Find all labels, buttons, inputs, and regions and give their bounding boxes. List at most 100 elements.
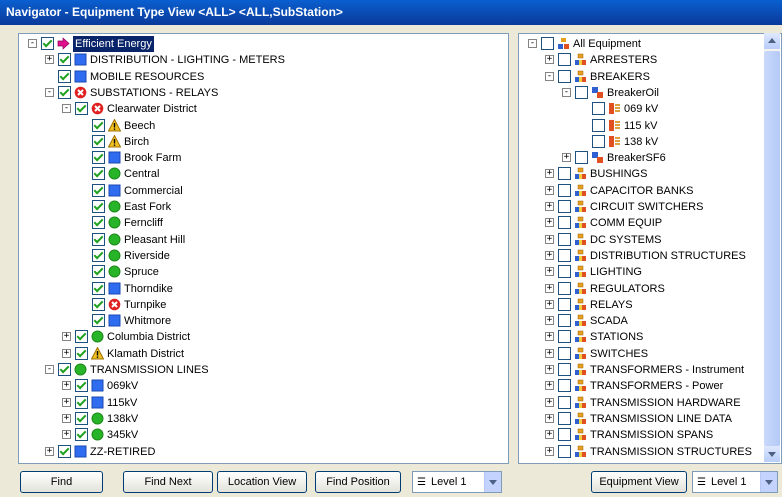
expand-icon[interactable]: + <box>545 55 554 65</box>
expand-icon[interactable]: + <box>45 55 54 65</box>
expand-icon[interactable]: + <box>62 397 71 407</box>
expand-icon[interactable]: + <box>545 430 554 440</box>
checkbox[interactable] <box>58 444 71 458</box>
expand-icon[interactable]: + <box>545 446 554 456</box>
checkbox[interactable] <box>558 314 571 328</box>
checkbox[interactable] <box>92 200 105 213</box>
expand-icon[interactable]: + <box>545 348 554 358</box>
checkbox[interactable] <box>558 183 571 197</box>
expand-icon[interactable]: + <box>545 250 554 260</box>
level-select-right[interactable]: ☰ Level 1 <box>692 471 778 493</box>
equipment-tree[interactable]: - All Equipment + ARRESTERS - BREAKERS - Breake… <box>518 33 782 464</box>
checkbox[interactable] <box>558 346 571 360</box>
checkbox[interactable] <box>58 69 71 83</box>
checkbox[interactable] <box>575 85 588 99</box>
find-next-button[interactable]: Find Next <box>123 471 213 493</box>
level-select-left[interactable]: ☰ Level 1 <box>412 471 502 493</box>
find-position-button[interactable]: Find Position <box>315 471 401 493</box>
checkbox[interactable] <box>92 167 105 181</box>
checkbox[interactable] <box>541 37 554 50</box>
chevron-down-icon[interactable] <box>760 472 777 492</box>
checkbox[interactable] <box>75 379 88 393</box>
checkbox[interactable] <box>592 134 605 148</box>
collapse-icon[interactable]: - <box>528 39 537 48</box>
expand-icon[interactable]: + <box>545 316 554 326</box>
collapse-icon[interactable]: - <box>545 71 554 81</box>
checkbox[interactable] <box>75 428 88 442</box>
expand-icon[interactable]: + <box>545 332 554 342</box>
checkbox[interactable] <box>558 363 571 376</box>
checkbox[interactable] <box>92 297 105 311</box>
checkbox[interactable] <box>92 151 105 165</box>
equipment-tree-scrollbar[interactable] <box>764 33 780 462</box>
checkbox[interactable] <box>558 265 571 279</box>
checkbox[interactable] <box>58 85 71 99</box>
checkbox[interactable] <box>92 281 105 295</box>
expand-icon[interactable]: + <box>62 413 71 423</box>
checkbox[interactable] <box>575 151 588 165</box>
checkbox[interactable] <box>558 428 571 442</box>
checkbox[interactable] <box>592 102 605 116</box>
equipment-view-button[interactable]: Equipment View <box>591 471 687 493</box>
checkbox[interactable] <box>92 118 105 132</box>
expand-icon[interactable]: + <box>545 365 554 374</box>
checkbox[interactable] <box>558 248 571 262</box>
expand-icon[interactable]: + <box>62 348 71 358</box>
checkbox[interactable] <box>75 346 88 360</box>
collapse-icon[interactable]: - <box>28 39 37 48</box>
checkbox[interactable] <box>75 395 88 409</box>
expand-icon[interactable]: + <box>545 413 554 423</box>
checkbox[interactable] <box>558 53 571 67</box>
checkbox[interactable] <box>75 330 88 344</box>
expand-icon[interactable]: + <box>545 234 554 244</box>
checkbox[interactable] <box>75 411 88 425</box>
expand-icon[interactable]: + <box>545 283 554 293</box>
checkbox[interactable] <box>75 102 88 116</box>
checkbox[interactable] <box>92 314 105 328</box>
checkbox[interactable] <box>558 216 571 230</box>
expand-icon[interactable]: + <box>45 446 54 456</box>
scroll-up-arrow-icon[interactable] <box>764 33 780 49</box>
expand-icon[interactable]: + <box>545 169 554 179</box>
expand-icon[interactable]: + <box>545 202 554 211</box>
checkbox[interactable] <box>592 118 605 132</box>
checkbox[interactable] <box>92 134 105 148</box>
checkbox[interactable] <box>558 395 571 409</box>
checkbox[interactable] <box>92 248 105 262</box>
expand-icon[interactable]: + <box>62 332 71 342</box>
checkbox[interactable] <box>92 232 105 246</box>
find-button[interactable]: Find <box>20 471 103 493</box>
checkbox[interactable] <box>92 265 105 279</box>
location-tree[interactable]: - Efficient Energy + DISTRIBUTION - LIGHTIN… <box>18 33 509 464</box>
checkbox[interactable] <box>41 37 54 50</box>
checkbox[interactable] <box>58 53 71 67</box>
checkbox[interactable] <box>558 379 571 393</box>
checkbox[interactable] <box>558 69 571 83</box>
chevron-down-icon[interactable] <box>484 472 501 492</box>
expand-icon[interactable]: + <box>545 267 554 277</box>
checkbox[interactable] <box>558 297 571 311</box>
checkbox[interactable] <box>558 281 571 295</box>
expand-icon[interactable]: + <box>562 153 571 163</box>
collapse-icon[interactable]: - <box>45 365 54 374</box>
collapse-icon[interactable]: - <box>562 87 571 97</box>
checkbox[interactable] <box>558 330 571 344</box>
expand-icon[interactable]: + <box>545 299 554 309</box>
checkbox[interactable] <box>58 363 71 376</box>
checkbox[interactable] <box>558 167 571 181</box>
scroll-down-arrow-icon[interactable] <box>764 446 780 462</box>
collapse-icon[interactable]: - <box>45 87 54 97</box>
checkbox[interactable] <box>92 216 105 230</box>
expand-icon[interactable]: + <box>545 185 554 195</box>
collapse-icon[interactable]: - <box>62 104 71 114</box>
checkbox[interactable] <box>558 232 571 246</box>
checkbox[interactable] <box>92 183 105 197</box>
scroll-thumb[interactable] <box>764 51 780 446</box>
expand-icon[interactable]: + <box>62 430 71 440</box>
checkbox[interactable] <box>558 411 571 425</box>
expand-icon[interactable]: + <box>62 381 71 391</box>
expand-icon[interactable]: + <box>545 397 554 407</box>
checkbox[interactable] <box>558 200 571 213</box>
expand-icon[interactable]: + <box>545 218 554 228</box>
location-view-button[interactable]: Location View <box>217 471 307 493</box>
